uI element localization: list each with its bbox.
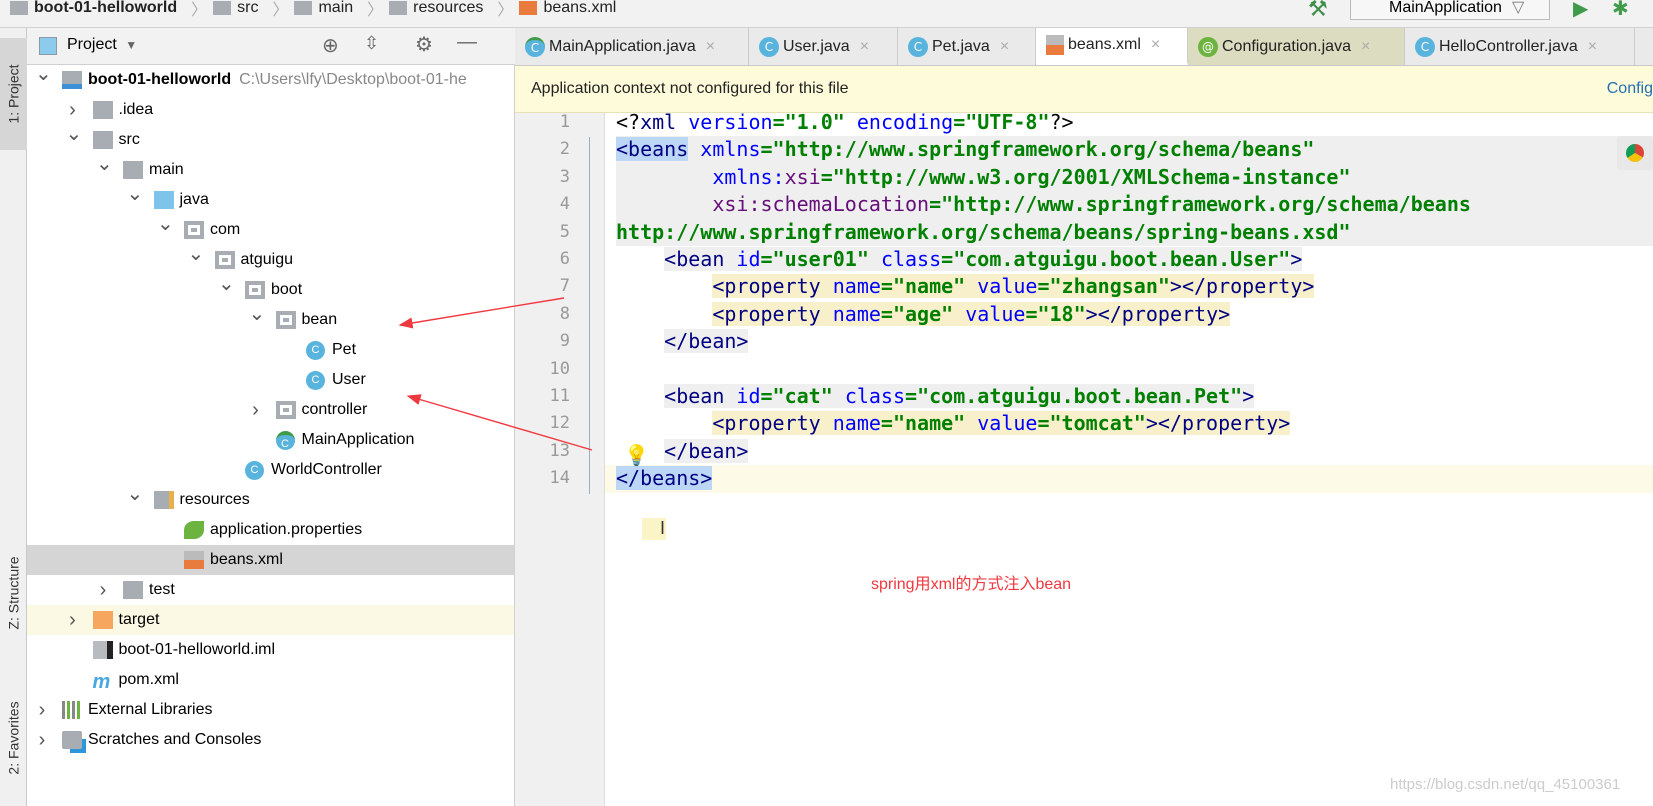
arrow-to-user-class bbox=[406, 394, 593, 451]
annotation-arrows bbox=[398, 297, 593, 451]
watermark: https://blog.csdn.net/qq_45100361 bbox=[1390, 776, 1621, 793]
arrow-to-bean-package bbox=[398, 297, 565, 329]
annotation-note: spring用xml的方式注入bean bbox=[871, 576, 1072, 593]
